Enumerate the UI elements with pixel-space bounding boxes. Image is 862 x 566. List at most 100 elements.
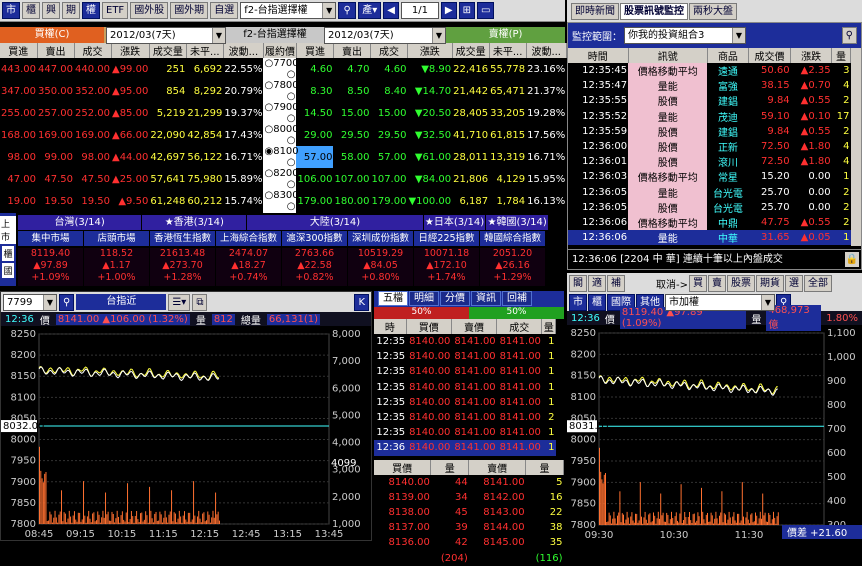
strike-cell[interactable]: ○ 8000 ○ (263, 124, 299, 146)
index-name[interactable]: 日經225指數 (414, 231, 479, 246)
index-tab[interactable]: 台灣(3/14) (18, 215, 142, 230)
btn-foreign-futures[interactable]: 國外期 (170, 2, 209, 19)
lock-icon[interactable]: 🔒 (845, 252, 859, 267)
btn-options[interactable]: 權 (82, 2, 100, 19)
sub-listed[interactable]: 市 (569, 293, 587, 311)
index-name[interactable]: 店頭市場 (84, 231, 149, 246)
search-icon[interactable]: ⚲ (841, 27, 857, 44)
search-icon[interactable]: ⚲ (338, 2, 357, 19)
index-name[interactable]: 韓國綜合指數 (480, 231, 545, 246)
radio-call[interactable]: ○ (264, 58, 273, 69)
radio-put[interactable]: ○ (287, 179, 296, 190)
stock-button[interactable]: 股票 (727, 274, 755, 292)
side-listed[interactable]: 上市 (0, 216, 16, 244)
signal-row[interactable]: 12:35:55 股價 建錩 9.84 ▲0.55 2 (568, 93, 851, 109)
signal-scrollbar[interactable] (851, 48, 861, 246)
index-name[interactable]: 深圳成份指數 (348, 231, 413, 246)
index-tab[interactable]: 大陸(3/14) (247, 215, 423, 230)
option-row[interactable]: 47.00 47.50 47.50 ▲25.00 57,641 75,980 15.89% ○… (0, 168, 566, 190)
index-select[interactable]: 市加權 ▼ (665, 293, 775, 311)
index-name[interactable]: 集中市場 (18, 231, 83, 246)
radio-put[interactable]: ○ (287, 113, 296, 124)
window-icon[interactable]: ▭ (477, 2, 495, 19)
sell-button[interactable]: 賣 (708, 274, 726, 292)
kline-button[interactable]: K (354, 293, 369, 311)
depth-tab[interactable]: 分價 (440, 291, 470, 306)
index-tab[interactable]: ★香港(3/14) (142, 215, 247, 230)
depth-tab[interactable]: 五檔 (378, 291, 408, 306)
side-otc[interactable]: 櫃 (2, 246, 14, 261)
next-page-button[interactable]: ▶ (440, 2, 457, 19)
strike-cell[interactable]: ○ 7800 ○ (263, 80, 299, 102)
tab-fill[interactable]: 補 (607, 274, 625, 292)
index-intraday-chart[interactable]: 8250820081508100805080007950790078507800… (567, 325, 862, 541)
tab-pavilion[interactable]: 閣 (569, 274, 587, 292)
option-row[interactable]: 98.00 99.00 98.00 ▲44.00 42,697 56,122 16.71% ◉… (0, 146, 566, 168)
tab-market-2s[interactable]: 兩秒大盤 (689, 3, 737, 20)
list-icon[interactable]: ☰▾ (168, 293, 191, 311)
depth-tab[interactable]: 明細 (409, 291, 439, 306)
signal-row[interactable]: 12:36:01 股價 滾川 72.50 ▲1.80 4 (568, 154, 851, 170)
signal-row[interactable]: 12:36:06 價格移動平均 中鼎 47.75 ▲0.55 2 (568, 214, 851, 231)
signal-row[interactable]: 12:36:05 股價 台光電 25.70 0.00 2 (568, 199, 851, 215)
option-row[interactable]: 347.00 350.00 352.00 ▲95.00 854 8,292 20.79% ○ 7… (0, 80, 566, 102)
index-name[interactable]: 上海綜合指數 (216, 231, 281, 246)
btn-emerging[interactable]: 興 (42, 2, 60, 19)
signal-row[interactable]: 12:35:52 量能 茂迪 59.10 ▲0.10 17 (568, 108, 851, 124)
btn-watchlist[interactable]: 自選 (210, 2, 239, 19)
strike-cell[interactable]: ○ 7700 ○ (263, 58, 299, 80)
grid-icon[interactable]: ⊞ (458, 2, 476, 19)
strike-cell[interactable]: ○ 8300 ○ (263, 190, 299, 212)
option-row[interactable]: 168.00 169.00 169.00 ▲66.00 22,090 42,854 17.4… (0, 124, 566, 146)
btn-foreign-stock[interactable]: 國外股 (130, 2, 169, 19)
radio-put[interactable]: ○ (287, 201, 296, 212)
btn-otc[interactable]: 櫃 (22, 2, 40, 19)
index-tab[interactable]: ★韓國(3/14) (486, 215, 548, 230)
depth-tab[interactable]: 資訊 (471, 291, 501, 306)
symbol-input[interactable]: 7799 ▼ (3, 293, 57, 311)
futures-button[interactable]: 期貨 (756, 274, 784, 292)
scope-select[interactable]: 你我的投資組合3 ▼ (624, 27, 746, 44)
signal-row[interactable]: 12:35:59 股價 建錩 9.84 ▲0.55 2 (568, 123, 851, 139)
tab-signal-monitor[interactable]: 股票訊號監控 (620, 3, 688, 20)
strike-cell[interactable]: ○ 8200 ○ (263, 168, 299, 190)
all-button[interactable]: 全部 (804, 274, 832, 292)
tab-fit[interactable]: 適 (588, 274, 606, 292)
radio-put[interactable]: ○ (287, 91, 296, 102)
radio-call[interactable]: ○ (264, 190, 273, 201)
radio-put[interactable]: ○ (287, 157, 296, 168)
btn-market-listed[interactable]: 市 (2, 2, 20, 19)
radio-call[interactable]: ◉ (264, 146, 273, 157)
strike-cell[interactable]: ◉ 8100 ○ (263, 146, 299, 168)
btn-etf[interactable]: ETF (102, 2, 129, 19)
option-row[interactable]: 255.00 257.00 252.00 ▲85.00 5,219 21,299 19.37… (0, 102, 566, 124)
signal-row[interactable]: 12:35:47 量能 富強 38.15 ▲0.70 4 (568, 78, 851, 94)
index-name[interactable]: 香港恆生指數 (150, 231, 215, 246)
option-row[interactable]: 443.00 447.00 440.00 ▲99.00 251 6,692 22.55% ○ 7… (0, 58, 566, 80)
depth-tab[interactable]: 回補 (502, 291, 532, 306)
signal-row[interactable]: 12:35:45 價格移動平均 遠通 50.60 ▲2.35 3 (568, 63, 851, 79)
copy-icon[interactable]: ⧉ (192, 293, 208, 311)
radio-put[interactable]: ○ (287, 135, 296, 146)
strike-cell[interactable]: ○ 7900 ○ (263, 102, 299, 124)
product-button[interactable]: 產▾ (358, 2, 382, 19)
call-month-select[interactable]: 2012/03(7天) ▼ (106, 27, 226, 44)
index-tab[interactable]: ★日本(3/14) (423, 215, 486, 230)
buy-button[interactable]: 買 (689, 274, 707, 292)
radio-call[interactable]: ○ (264, 168, 273, 179)
option-row[interactable]: 19.00 19.50 19.50 ▲9.50 61,248 60,212 15.74% ○ 8… (0, 190, 566, 212)
signal-row[interactable]: 12:36:00 股價 正新 72.50 ▲1.80 4 (568, 138, 851, 155)
put-month-select[interactable]: 2012/03(7天) ▼ (324, 27, 446, 44)
options-button[interactable]: 選 (785, 274, 803, 292)
index-name[interactable]: 滬深300指數 (282, 231, 347, 246)
side-intl[interactable]: 國 (2, 263, 14, 278)
signal-row[interactable]: 12:36:05 量能 台光電 25.70 0.00 2 (568, 184, 851, 200)
radio-call[interactable]: ○ (264, 102, 273, 113)
signal-row[interactable]: 12:36:06 量能 中華 31.65 ▲0.05 1 (568, 230, 851, 246)
prev-page-button[interactable]: ◀ (383, 2, 399, 19)
signal-row[interactable]: 12:36:03 價格移動平均 常星 15.20 0.00 1 (568, 169, 851, 185)
radio-put[interactable]: ○ (287, 69, 296, 80)
sub-otc[interactable]: 櫃 (588, 293, 606, 311)
radio-call[interactable]: ○ (264, 80, 273, 91)
market-select[interactable]: f2-台指選擇權 ▼ (240, 2, 337, 19)
